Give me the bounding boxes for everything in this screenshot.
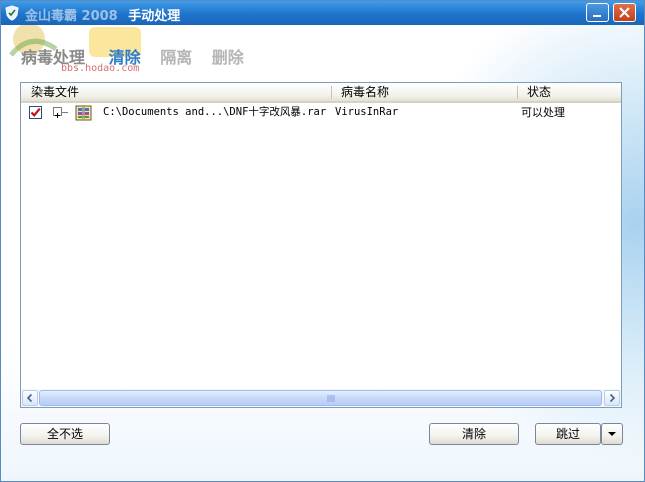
column-header-status[interactable]: 状态 [527, 83, 551, 101]
status-value: 可以处理 [521, 106, 565, 119]
table-row[interactable]: C:\Documents and...\DNF十字改风暴.rar VirusIn… [21, 103, 621, 122]
column-header-virus[interactable]: 病毒名称 [341, 83, 389, 101]
expand-toggle[interactable] [53, 107, 62, 118]
process-steps: 病毒处理 清除 隔离 删除 [21, 44, 258, 68]
archive-file-icon [75, 105, 92, 121]
column-divider[interactable] [517, 86, 518, 99]
skip-options-dropdown[interactable] [601, 423, 623, 445]
dialog-window: 金山毒霸 2008 手动处理 bbs.hodao.com 病毒处理 清除 隔离 … [0, 0, 645, 482]
infected-file-path: C:\Documents and...\DNF十字改风暴.rar [103, 106, 327, 118]
clean-button[interactable]: 清除 [429, 423, 519, 445]
scroll-right-button[interactable] [604, 390, 620, 406]
row-checkbox[interactable] [29, 106, 42, 119]
title-bar[interactable]: 金山毒霸 2008 手动处理 [1, 1, 644, 25]
close-icon [619, 7, 630, 18]
dropdown-arrow-icon [608, 432, 616, 436]
grip-icon [327, 395, 335, 402]
minimize-button[interactable] [586, 3, 609, 22]
client-area: bbs.hodao.com 病毒处理 清除 隔离 删除 染毒文件 病毒名称 状态 [1, 25, 644, 481]
step-clean: 清除 [108, 48, 141, 67]
app-shield-icon [5, 5, 19, 21]
skip-button[interactable]: 跳过 [535, 423, 601, 445]
infected-files-list[interactable]: 染毒文件 病毒名称 状态 C:\Documents and...\DNF十字改风… [20, 82, 622, 408]
horizontal-scrollbar[interactable] [21, 389, 621, 407]
step-quarantine: 隔离 [160, 48, 193, 67]
column-header-file[interactable]: 染毒文件 [31, 83, 79, 101]
unselect-all-button[interactable]: 全不选 [20, 423, 110, 445]
list-header: 染毒文件 病毒名称 状态 [21, 83, 621, 103]
virus-name: VirusInRar [335, 106, 399, 118]
scroll-left-button[interactable] [22, 390, 38, 406]
dialog-title: 手动处理 [128, 9, 181, 24]
product-title: 金山毒霸 2008 [25, 9, 118, 24]
minimize-icon [593, 15, 601, 17]
chevron-right-icon [609, 393, 616, 403]
scrollbar-thumb[interactable] [39, 390, 602, 406]
column-divider[interactable] [331, 86, 332, 99]
checkmark-icon [30, 107, 41, 117]
tree-connector [62, 112, 68, 113]
plus-icon [55, 113, 60, 118]
steps-title: 病毒处理 [21, 48, 86, 67]
chevron-left-icon [26, 393, 33, 403]
step-delete: 删除 [211, 48, 244, 67]
window-title: 金山毒霸 2008 手动处理 [25, 5, 180, 24]
close-button[interactable] [613, 3, 636, 22]
